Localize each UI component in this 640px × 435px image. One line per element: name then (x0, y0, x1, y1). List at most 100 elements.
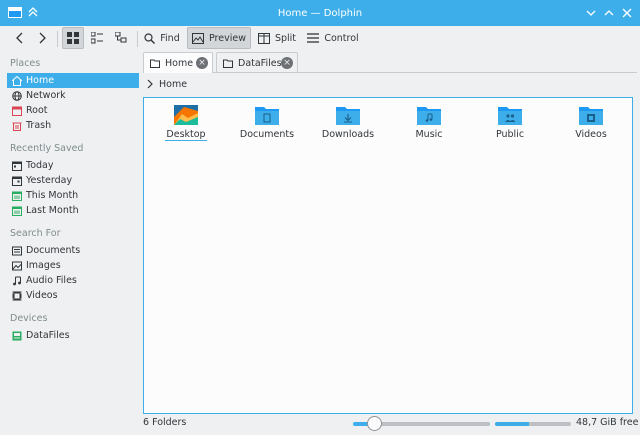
chevron-right-icon (39, 32, 46, 44)
breadcrumb[interactable]: Home (143, 75, 187, 93)
music-folder-icon (417, 107, 441, 125)
chevron-left-icon (16, 32, 23, 44)
home-icon (12, 75, 22, 86)
places-item-label: Network (26, 90, 66, 101)
dolphin-window: Find Preview Split Control Places Home N… (0, 26, 640, 435)
image-preview-icon (192, 32, 204, 44)
places-item-documents[interactable]: Documents (7, 243, 139, 258)
music-note-icon (13, 276, 21, 285)
places-item-label: Images (26, 260, 61, 271)
places-item-today[interactable]: Today (7, 158, 139, 173)
tree-view-icon (115, 32, 127, 43)
calendar-icon (12, 206, 22, 216)
places-item-label: This Month (26, 190, 79, 201)
close-tab-icon[interactable]: × (281, 57, 293, 69)
folder-item-desktop[interactable]: Desktop (146, 105, 226, 141)
network-icon (12, 90, 22, 101)
folder-name: Documents (239, 129, 295, 140)
places-item-label: Documents (26, 245, 81, 256)
places-section-title: Places (10, 58, 41, 69)
folder-item-music[interactable]: Music (389, 105, 469, 140)
close-button[interactable] (619, 5, 635, 21)
folder-name: Music (415, 129, 443, 140)
split-button[interactable]: Split (256, 27, 298, 49)
window-title: Home — Dolphin (277, 8, 363, 19)
downloads-folder-icon (336, 107, 360, 125)
documents-folder-icon (255, 107, 279, 125)
trash-icon (12, 122, 22, 131)
places-item-label: Audio Files (26, 275, 77, 286)
places-item-last-month[interactable]: Last Month (7, 203, 139, 218)
places-item-label: Yesterday (26, 175, 73, 186)
folder-item-videos[interactable]: Videos (551, 105, 631, 140)
folder-item-downloads[interactable]: Downloads (308, 105, 388, 140)
public-folder-icon (498, 107, 522, 125)
forward-button[interactable] (32, 27, 52, 49)
calendar-icon (12, 161, 22, 171)
places-item-network[interactable]: Network (7, 88, 139, 103)
folder-count: 6 Folders (143, 417, 187, 428)
find-label: Find (160, 32, 180, 44)
control-menu-button[interactable]: Control (306, 27, 360, 49)
places-item-trash[interactable]: Trash (7, 118, 139, 133)
zoom-slider-rest[interactable] (373, 422, 490, 426)
images-icon (12, 261, 22, 270)
folder-item-documents[interactable]: Documents (227, 105, 307, 140)
places-item-videos[interactable]: Videos (7, 288, 139, 303)
video-icon (12, 291, 22, 300)
calendar-icon (12, 176, 22, 186)
calendar-icon (12, 191, 22, 201)
tab-label: DataFiles (238, 57, 282, 69)
search-icon (144, 32, 156, 44)
places-item-images[interactable]: Images (7, 258, 139, 273)
toolbar-separator (57, 31, 58, 47)
places-item-label: Root (26, 105, 48, 116)
maximize-button[interactable] (601, 5, 617, 21)
free-space-label: 48,7 GiB free (576, 417, 639, 428)
root-icon (12, 106, 22, 116)
control-label: Control (324, 32, 359, 44)
places-item-label: Today (26, 160, 54, 171)
back-button[interactable] (10, 27, 30, 49)
folder-name: Downloads (321, 129, 375, 140)
videos-folder-icon (579, 107, 603, 125)
places-item-label: DataFiles (26, 330, 70, 341)
tab-home[interactable]: Home × (143, 52, 213, 73)
details-view-button[interactable] (110, 27, 132, 49)
title-bar: Home — Dolphin (0, 0, 640, 26)
places-item-label: Videos (26, 290, 58, 301)
places-item-audio-files[interactable]: Audio Files (7, 273, 139, 288)
close-tab-icon[interactable]: × (196, 57, 208, 69)
breadcrumb-item-home[interactable]: Home (159, 79, 187, 90)
tab-label: Home (165, 57, 194, 69)
places-item-root[interactable]: Root (7, 103, 139, 118)
places-item-home[interactable]: Home (7, 73, 139, 88)
recently-saved-section-title: Recently Saved (10, 143, 84, 154)
documents-icon (12, 246, 22, 255)
preview-button[interactable]: Preview (187, 27, 251, 49)
desktop-folder-icon (174, 105, 198, 125)
tab-bar: Home × DataFiles × (143, 51, 637, 73)
tab-datafiles[interactable]: DataFiles × (216, 52, 298, 73)
devices-section-title: Devices (10, 313, 48, 324)
preview-label: Preview (209, 32, 246, 44)
split-view-icon (257, 32, 270, 44)
hamburger-menu-icon (307, 33, 320, 43)
icons-view-button[interactable] (62, 27, 84, 49)
places-item-label: Trash (26, 120, 52, 131)
toolbar-separator (137, 31, 138, 47)
places-item-this-month[interactable]: This Month (7, 188, 139, 203)
main-toolbar: Find Preview Split Control (0, 26, 640, 50)
minimize-button[interactable] (583, 5, 599, 21)
zoom-slider-handle[interactable] (366, 416, 382, 431)
chevron-right-icon (147, 79, 153, 89)
places-item-yesterday[interactable]: Yesterday (7, 173, 139, 188)
places-item-datafiles[interactable]: DataFiles (7, 328, 139, 343)
folder-item-public[interactable]: Public (470, 105, 550, 140)
find-button[interactable]: Find (142, 27, 182, 49)
compact-view-button[interactable] (86, 27, 108, 49)
disk-space-used (495, 422, 530, 426)
status-bar: 6 Folders 48,7 GiB free (0, 413, 640, 435)
folder-name: Desktop (165, 129, 207, 141)
file-view[interactable]: Desktop Documents Downloads Music Public… (143, 97, 633, 414)
